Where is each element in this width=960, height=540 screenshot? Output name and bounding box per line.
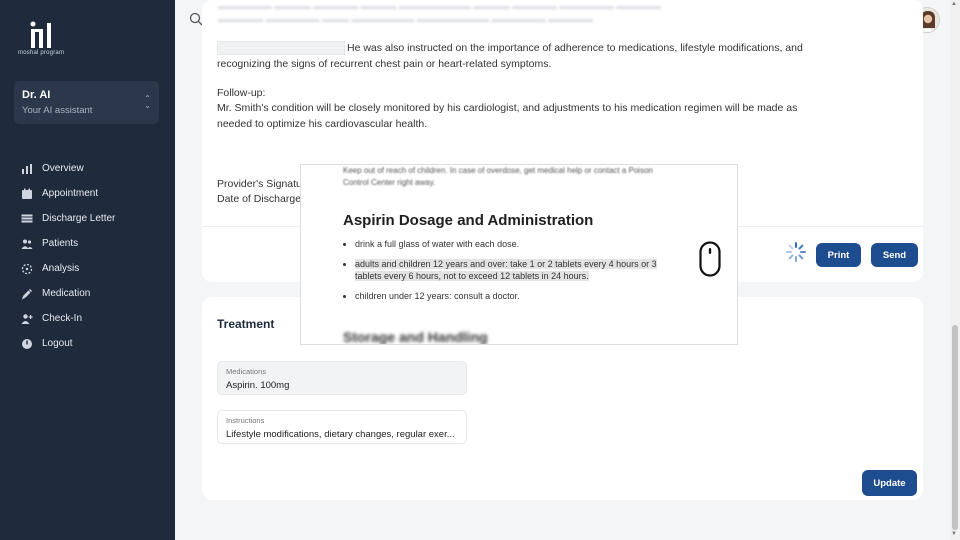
instructions-field[interactable]: Instructions Lifestyle modifications, di… (217, 410, 467, 444)
redacted-box (217, 41, 345, 56)
sidebar-item-label: Logout (42, 338, 73, 349)
followup-heading: Follow-up: (217, 87, 266, 99)
list-item-text: adults and children 12 years and over: t… (355, 259, 657, 281)
send-button[interactable]: Send (871, 243, 918, 267)
scroll-up-icon[interactable]: ▲ (951, 1, 957, 7)
sidebar-item-discharge-letter[interactable]: Discharge Letter (0, 206, 175, 231)
aspirin-info-popup[interactable]: Keep out of reach of children. In case o… (300, 164, 738, 345)
dashed-circle-icon (20, 262, 34, 276)
scroll-thumb[interactable] (952, 325, 958, 530)
users-icon (20, 237, 34, 251)
mouse-scroll-icon (699, 241, 721, 282)
popup-title: Aspirin Dosage and Administration (343, 212, 594, 229)
assistant-name: Dr. AI (22, 89, 51, 101)
brand-logo[interactable]: moshal program (18, 20, 68, 56)
sidebar-item-label: Medication (42, 288, 91, 299)
letter-instructions-text: He was also instructed on the importance… (217, 41, 807, 72)
sidebar-nav: Overview Appointment Discharge Letter Pa… (0, 156, 175, 356)
sidebar-item-overview[interactable]: Overview (0, 156, 175, 181)
popup-top-snippet: Keep out of reach of children. In case o… (343, 166, 653, 187)
sidebar-item-label: Check-In (42, 313, 83, 324)
medications-field[interactable]: Medications Aspirin. 100mg (217, 361, 467, 395)
followup-text: Mr. Smith's condition will be closely mo… (217, 102, 798, 130)
instructions-label: Instructions (226, 416, 265, 425)
scroll-down-icon[interactable]: ▼ (951, 531, 957, 537)
sidebar-item-patients[interactable]: Patients (0, 231, 175, 256)
sidebar-item-label: Appointment (42, 188, 99, 199)
bar-chart-icon (20, 162, 34, 176)
medications-label: Medications (226, 367, 267, 376)
syringe-icon (20, 287, 34, 301)
brand-name: moshal program (18, 50, 65, 56)
table-icon (20, 212, 34, 226)
sidebar: moshal program Dr. AI Your AI assistant … (0, 0, 175, 540)
medications-value: Aspirin. 100mg (226, 380, 290, 391)
update-button[interactable]: Update (862, 470, 917, 496)
instructions-value: Lifestyle modifications, dietary changes… (226, 429, 455, 440)
sidebar-item-medication[interactable]: Medication (0, 281, 175, 306)
popup-bottom-heading: Storage and Handling (343, 329, 488, 345)
sidebar-item-appointment[interactable]: Appointment (0, 181, 175, 206)
loading-spinner-icon (785, 241, 807, 268)
treatment-title: Treatment (217, 317, 275, 331)
faded-text-above: ▬▬▬▬▬▬ ▬▬▬▬ ▬▬▬▬▬ ▬▬▬▬ ▬▬▬▬▬▬▬▬ ▬▬▬▬ ▬▬▬… (218, 1, 662, 24)
moshal-logo-icon (30, 21, 51, 48)
user-plus-icon (20, 312, 34, 326)
list-item-text: children under 12 years: consult a docto… (355, 291, 520, 301)
list-item: drink a full glass of water with each do… (355, 238, 675, 250)
power-icon (20, 337, 34, 351)
assistant-subtitle: Your AI assistant (22, 105, 93, 116)
assistant-selector[interactable]: Dr. AI Your AI assistant ⌃ ⌄ (14, 81, 159, 124)
sidebar-item-label: Overview (42, 163, 84, 174)
sidebar-item-analysis[interactable]: Analysis (0, 256, 175, 281)
dosage-list: drink a full glass of water with each do… (355, 238, 675, 310)
sidebar-item-label: Analysis (42, 263, 80, 274)
chevron-up-down-icon: ⌃ ⌄ (144, 94, 151, 110)
list-item: children under 12 years: consult a docto… (355, 290, 675, 302)
list-item-highlighted: adults and children 12 years and over: t… (355, 258, 675, 282)
sidebar-item-logout[interactable]: Logout (0, 331, 175, 356)
print-button[interactable]: Print (816, 243, 861, 267)
search-icon[interactable] (189, 12, 203, 31)
sidebar-item-check-in[interactable]: Check-In (0, 306, 175, 331)
sidebar-item-label: Discharge Letter (42, 213, 116, 224)
page-scrollbar[interactable]: ▲ ▼ (950, 0, 960, 540)
calendar-icon (20, 187, 34, 201)
list-item-text: drink a full glass of water with each do… (355, 239, 520, 249)
sidebar-item-label: Patients (42, 238, 79, 249)
